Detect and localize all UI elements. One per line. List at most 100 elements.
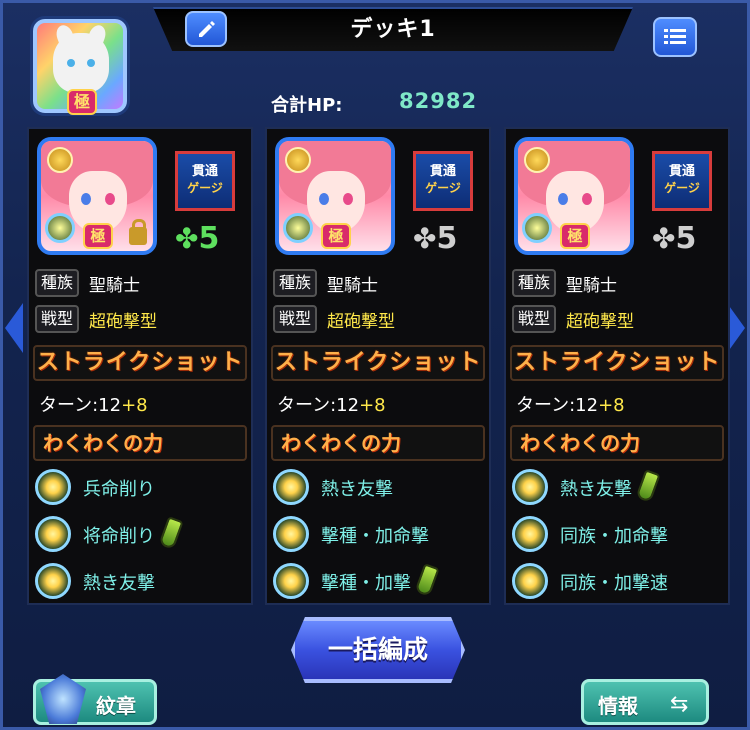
edit-deck-name-button[interactable] [185,11,227,47]
character-eye-right [582,193,592,205]
turn-prefix: ターン: [516,395,576,416]
character-card[interactable]: 極 貫通 ゲージ ✤5 種族 聖騎士 戦型 超砲撃型 ストライクショット ターン… [27,127,253,605]
bulk-organize-button[interactable]: 一括編成 [291,617,465,683]
waku-power-label: わくわくの力 [281,431,401,455]
tribe-tag: 種族 [35,269,79,297]
type-tag: 戦型 [273,305,317,333]
info-label: 情報 [598,694,638,718]
strike-shot-box[interactable]: ストライクショット [271,345,485,381]
bulk-organize-label: 一括編成 [327,635,428,664]
deck-screen: 極 デッキ1 合計HP: 82982 極 貫通 ゲージ ✤5 種族 聖騎士 戦型… [0,0,750,730]
waku-ability-text: 将命削り [83,526,155,547]
total-hp-value: 82982 [399,89,478,113]
rank-badge: 極 [560,223,590,249]
tribe-value: 聖騎士 [566,276,617,296]
waku-power-box[interactable]: わくわくの力 [510,425,724,461]
waku-ability[interactable]: 熱き友撃 [35,563,245,599]
turn-base: 12 [336,395,360,416]
emblem-icon [40,674,86,724]
swap-arrows-icon: ⇆ [670,692,689,717]
leader-eye-left [67,59,75,67]
waku-ability-text: 同族・加撃速 [560,573,668,594]
waku-orb-icon [273,563,309,599]
ability-orb-icon [45,213,75,243]
waku-ability[interactable]: 熱き友撃 [512,469,722,505]
luck-value: 5 [436,221,458,256]
gauge-label-gauge: ゲージ [664,181,700,195]
lock-icon [129,219,147,245]
strike-shot-label: ストライクショット [513,350,721,375]
waku-ability[interactable]: 熱き友撃 [273,469,483,505]
leader-eye-right [87,59,95,67]
waku-ability-text: 同族・加命撃 [560,526,668,547]
character-portrait[interactable]: 極 [275,137,395,255]
clover-icon: ✤ [175,222,199,255]
character-portrait[interactable]: 極 [37,137,157,255]
info-button[interactable]: 情報 ⇆ [581,679,709,725]
deck-list-button[interactable] [653,17,697,57]
gauge-label-gauge: ゲージ [187,181,223,195]
waku-ability-text: 熱き友撃 [83,573,155,594]
character-portrait[interactable]: 極 [514,137,634,255]
type-tag: 戦型 [512,305,556,333]
prev-deck-arrow-icon[interactable] [5,303,23,353]
pierce-gauge-badge: 貫通 ゲージ [413,151,473,211]
character-card[interactable]: 極 貫通 ゲージ ✤5 種族 聖騎士 戦型 超砲撃型 ストライクショット ターン… [265,127,491,605]
rank-badge: 極 [83,223,113,249]
tribe-tag: 種族 [512,269,556,297]
ability-orb-icon [522,213,552,243]
waku-ability-text: 熱き友撃 [321,479,393,500]
character-eye-right [343,193,353,205]
leader-face [53,33,109,93]
strike-shot-label: ストライクショット [36,350,244,375]
waku-orb-icon [512,516,548,552]
character-eye-left [319,193,329,205]
pencil-icon [199,21,215,37]
turn-base: 12 [98,395,122,416]
emblem-button[interactable]: 紋章 [33,674,157,725]
potion-icon [635,469,661,503]
gauge-label-gauge: ゲージ [425,181,461,195]
turn-prefix: ターン: [277,395,337,416]
type-value: 超砲撃型 [89,312,157,332]
waku-ability[interactable]: 同族・加命撃 [512,516,722,552]
gauge-label-pierce: 貫通 [668,164,695,179]
ability-orb-icon [283,213,313,243]
waku-ability[interactable]: 兵命削り [35,469,245,505]
waku-power-box[interactable]: わくわくの力 [271,425,485,461]
waku-ability[interactable]: 同族・加撃速 [512,563,722,599]
character-eye-left [81,193,91,205]
waku-ability-text: 撃種・加命撃 [321,526,429,547]
type-tag: 戦型 [35,305,79,333]
emblem-label: 紋章 [96,694,136,718]
waku-ability[interactable]: 撃種・加撃 [273,563,483,599]
luck-display: ✤5 [413,221,457,256]
waku-power-label: わくわくの力 [520,431,640,455]
total-hp-label: 合計HP: [271,95,343,116]
leader-icon[interactable]: 極 [33,19,127,115]
turn-plus: +8 [359,395,386,416]
medal-icon [47,147,73,173]
clover-icon: ✤ [413,222,437,255]
waku-ability-text: 撃種・加撃 [321,573,411,594]
potion-icon [158,516,184,550]
list-icon [664,29,686,44]
waku-power-box[interactable]: わくわくの力 [33,425,247,461]
waku-ability[interactable]: 撃種・加命撃 [273,516,483,552]
waku-orb-icon [512,563,548,599]
waku-power-label: わくわくの力 [43,431,163,455]
waku-ability[interactable]: 将命削り [35,516,245,552]
luck-display: ✤5 [652,221,696,256]
medal-icon [285,147,311,173]
gauge-label-pierce: 貫通 [429,164,456,179]
turn-base: 12 [575,395,599,416]
clover-icon: ✤ [652,222,676,255]
character-card[interactable]: 極 貫通 ゲージ ✤5 種族 聖騎士 戦型 超砲撃型 ストライクショット ターン… [504,127,730,605]
strike-shot-box[interactable]: ストライクショット [510,345,724,381]
character-eye-left [558,193,568,205]
rank-badge: 極 [321,223,351,249]
tribe-value: 聖騎士 [327,276,378,296]
waku-orb-icon [512,469,548,505]
strike-shot-box[interactable]: ストライクショット [33,345,247,381]
waku-orb-icon [35,516,71,552]
